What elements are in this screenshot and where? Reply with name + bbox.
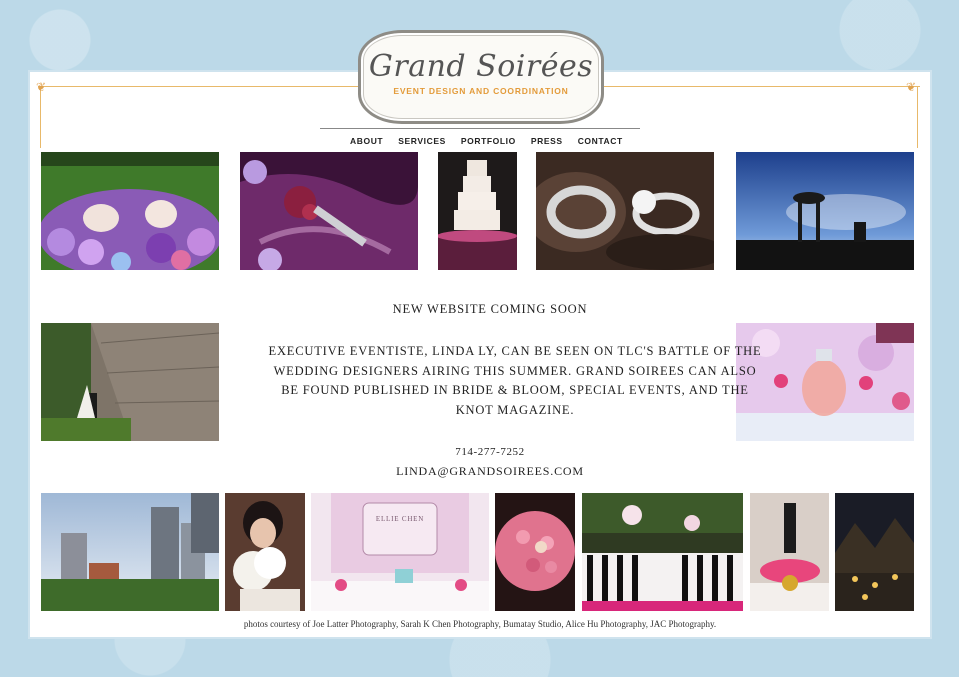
decorative-frame-right: [917, 86, 918, 148]
photo-bride-bouquet: [225, 493, 305, 611]
logo-tagline: EVENT DESIGN AND COORDINATION: [393, 86, 569, 96]
logo-title: Grand Soirées: [368, 49, 594, 84]
nav-about[interactable]: ABOUT: [350, 136, 383, 146]
photo-wedding-cake: [438, 152, 517, 270]
photo-gazebo-sunset: [736, 152, 914, 270]
contact-email-link[interactable]: LINDA@GRANDSOIREES.COM: [240, 464, 740, 479]
nav-press[interactable]: PRESS: [531, 136, 563, 146]
nav-services[interactable]: SERVICES: [398, 136, 446, 146]
nav-portfolio[interactable]: PORTFOLIO: [461, 136, 516, 146]
logo[interactable]: Grand Soirées EVENT DESIGN AND COORDINAT…: [358, 30, 604, 124]
photo-city-skyline: [41, 493, 219, 611]
photo-purple-satin: [240, 152, 418, 270]
photo-striped-tables: [582, 493, 743, 611]
flourish-right-icon: ❦: [906, 80, 917, 94]
announcement-body: EXECUTIVE EVENTISTE, LINDA LY, CAN BE SE…: [268, 344, 762, 417]
contact-phone[interactable]: 714-277-7252: [240, 446, 740, 458]
photo-pink-rose-ball: [495, 493, 575, 611]
main-nav: ABOUT SERVICES PORTFOLIO PRESS CONTACT: [350, 136, 623, 146]
announcement-headline: NEW WEBSITE COMING SOON: [392, 302, 588, 316]
photo-wedding-rings: [536, 152, 714, 270]
flourish-left-icon: ❦: [36, 80, 47, 94]
photo-babies-flowers: [41, 152, 219, 270]
photo-roses-lantern: [750, 493, 829, 611]
photo-dessert-table: ELLIE CHEN: [311, 493, 489, 611]
nav-divider: [320, 128, 640, 129]
sign-text: ELLIE CHEN: [375, 515, 425, 523]
nav-contact[interactable]: CONTACT: [578, 136, 623, 146]
photo-night-reception: [835, 493, 914, 611]
photo-credits: photos courtesy of Joe Latter Photograph…: [243, 619, 717, 629]
photo-couple-stone-wall: [41, 323, 219, 441]
decorative-frame-left: [40, 86, 41, 148]
